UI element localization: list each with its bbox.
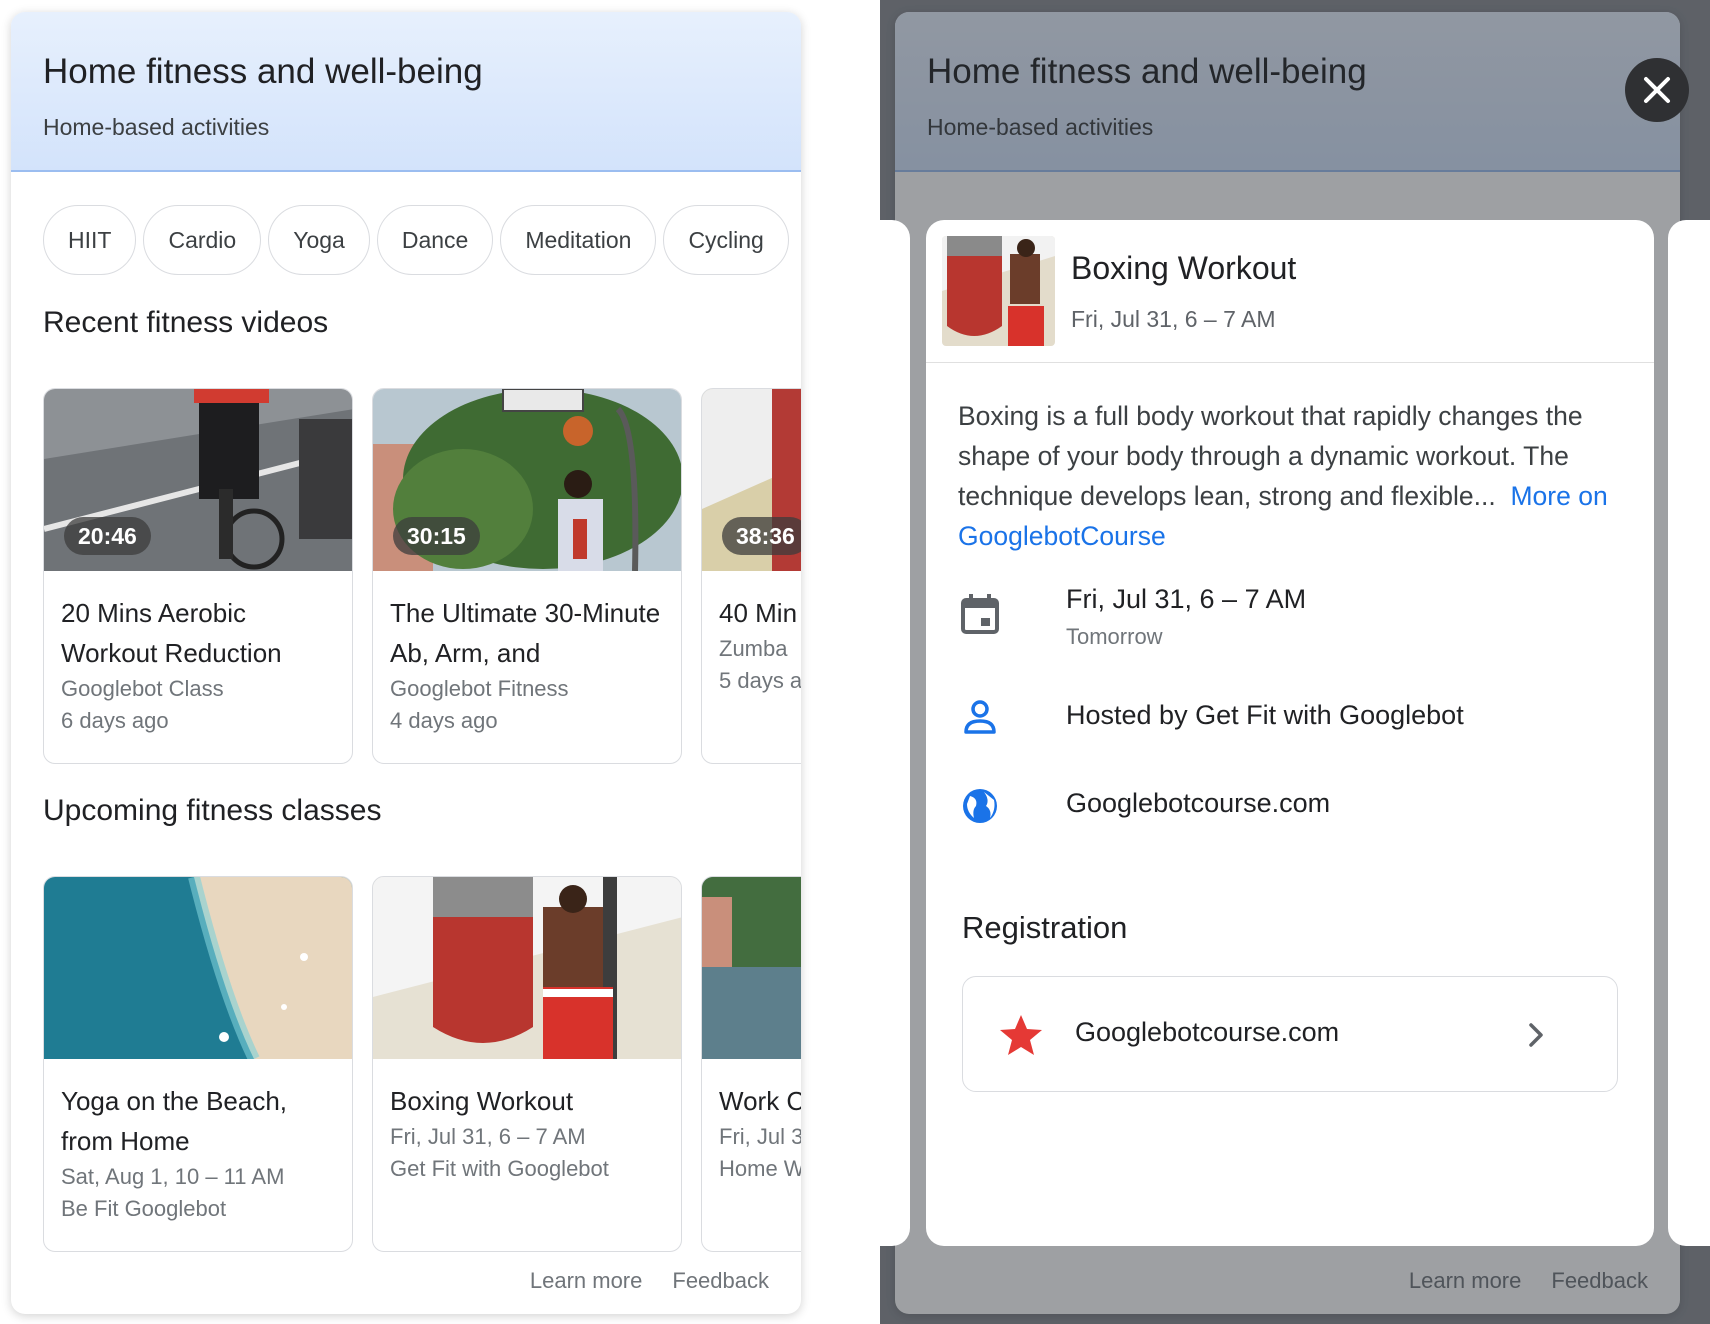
description-text: Boxing is a full body workout that rapid…: [958, 401, 1583, 511]
video-card[interactable]: 30:15 The Ultimate 30-Minute Ab, Arm, an…: [372, 388, 682, 764]
divider: [926, 362, 1654, 363]
learn-more-link[interactable]: Learn more: [530, 1268, 643, 1293]
info-website[interactable]: Googlebotcourse.com: [958, 784, 1618, 844]
video-card[interactable]: 38:36 40 Min Zumba 5 days a: [701, 388, 801, 764]
chip-dance[interactable]: Dance: [376, 205, 494, 275]
class-thumbnail-court: [702, 877, 801, 1059]
panel-footer: Learn more Feedback: [500, 1268, 769, 1294]
person-icon: [964, 700, 996, 734]
video-duration: 20:46: [64, 517, 151, 555]
fitness-panel: Home fitness and well-being Home-based a…: [11, 12, 801, 1314]
event-when: Fri, Jul 31, 6 – 7 AM: [1066, 584, 1307, 614]
globe-icon: [963, 789, 997, 823]
event-description: Boxing is a full body workout that rapid…: [958, 396, 1628, 556]
video-age: 6 days ago: [61, 708, 169, 733]
next-card-peek[interactable]: [1668, 220, 1710, 1246]
chip-yoga[interactable]: Yoga: [268, 205, 370, 275]
registration-heading: Registration: [962, 910, 1128, 945]
category-chips: HIIT Cardio Yoga Dance Meditation Cycling: [43, 205, 796, 275]
calendar-icon: [961, 594, 999, 634]
info-host: Hosted by Get Fit with Googlebot: [958, 696, 1618, 756]
class-host: Home W: [719, 1156, 801, 1181]
panel-subtitle: Home-based activities: [43, 114, 270, 140]
recent-videos-row: 20:46 20 Mins Aerobic Workout Reduction …: [43, 388, 801, 768]
class-title: Work C Home: [719, 1086, 801, 1116]
class-time: Sat, Aug 1, 10 – 11 AM: [61, 1164, 285, 1189]
video-title: 20 Mins Aerobic Workout Reduction: [61, 598, 282, 668]
video-age: 4 days ago: [390, 708, 498, 733]
event-title: Boxing Workout: [1071, 250, 1297, 286]
upcoming-classes-row: Yoga on the Beach, from Home Sat, Aug 1,…: [43, 876, 801, 1256]
video-thumbnail-boxing: 38:36: [702, 389, 801, 571]
class-title: Boxing Workout: [390, 1086, 574, 1116]
event-detail-sheet: Boxing Workout Fri, Jul 31, 6 – 7 AM Box…: [926, 220, 1654, 1246]
class-time: Fri, Jul 3: [719, 1124, 801, 1149]
class-card[interactable]: Boxing Workout Fri, Jul 31, 6 – 7 AM Get…: [372, 876, 682, 1252]
panel-title: Home fitness and well-being: [43, 52, 483, 91]
chevron-right-icon: [1529, 1023, 1543, 1047]
recent-videos-heading: Recent fitness videos: [43, 306, 329, 339]
event-host: Hosted by Get Fit with Googlebot: [1066, 700, 1464, 730]
class-thumbnail-beach: [44, 877, 352, 1059]
close-icon: [1644, 77, 1670, 103]
chip-hiit[interactable]: HIIT: [43, 205, 137, 275]
panel-header: Home fitness and well-being Home-based a…: [11, 12, 801, 172]
video-duration: 30:15: [393, 517, 480, 555]
event-when-relative: Tomorrow: [1066, 624, 1163, 649]
video-thumbnail-basketball: 30:15: [373, 389, 681, 571]
chip-meditation[interactable]: Meditation: [500, 205, 657, 275]
chip-cycling[interactable]: Cycling: [663, 205, 789, 275]
video-card[interactable]: 20:46 20 Mins Aerobic Workout Reduction …: [43, 388, 353, 764]
info-when: Fri, Jul 31, 6 – 7 AM Tomorrow: [958, 580, 1618, 649]
event-website[interactable]: Googlebotcourse.com: [1066, 788, 1330, 819]
feedback-link[interactable]: Feedback: [672, 1268, 769, 1293]
video-channel: Googlebot Class: [61, 676, 224, 701]
class-card[interactable]: Work C Home Fri, Jul 3 Home W: [701, 876, 801, 1252]
video-title: 40 Min: [719, 598, 798, 628]
event-date: Fri, Jul 31, 6 – 7 AM: [1071, 306, 1276, 332]
star-icon: [1000, 1015, 1042, 1055]
video-age: 5 days a: [719, 668, 801, 693]
close-button[interactable]: [1625, 58, 1689, 122]
video-channel: Googlebot Fitness: [390, 676, 569, 701]
registration-link: Googlebotcourse.com: [1075, 1017, 1340, 1047]
video-duration: 38:36: [722, 517, 801, 555]
class-host: Get Fit with Googlebot: [390, 1156, 609, 1181]
class-title: Yoga on the Beach, from Home: [61, 1086, 288, 1156]
video-title: The Ultimate 30-Minute Ab, Arm, and: [390, 598, 661, 668]
class-card[interactable]: Yoga on the Beach, from Home Sat, Aug 1,…: [43, 876, 353, 1252]
prev-card-peek[interactable]: [880, 220, 910, 1246]
class-time: Fri, Jul 31, 6 – 7 AM: [390, 1124, 586, 1149]
video-thumbnail-cycling: 20:46: [44, 389, 352, 571]
event-thumbnail: [942, 236, 1055, 346]
class-host: Be Fit Googlebot: [61, 1196, 227, 1221]
video-channel: Zumba: [719, 636, 788, 661]
registration-button[interactable]: Googlebotcourse.com: [962, 976, 1618, 1092]
class-thumbnail-boxing: [373, 877, 681, 1059]
chip-cardio[interactable]: Cardio: [143, 205, 262, 275]
upcoming-classes-heading: Upcoming fitness classes: [43, 794, 382, 827]
